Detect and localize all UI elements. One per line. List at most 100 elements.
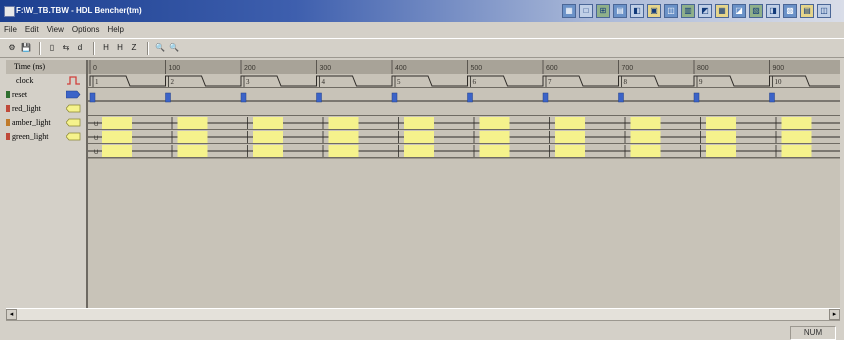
edit-icon[interactable]: d xyxy=(74,42,86,54)
time-tick-label: 0 xyxy=(93,65,97,72)
taskbar-app-icon[interactable]: ◨ xyxy=(766,4,780,18)
hdl-bencher-window: F:\W_TB.TBW - HDL Bencher(tm) ▦ □ ⊞ ▤ ◧ ▣ ◫ ▥ ◩ ▦… xyxy=(0,0,844,340)
time-tick-label: 300 xyxy=(320,65,332,72)
reset-stimulus-marker xyxy=(693,92,700,103)
output-undefined-region xyxy=(102,131,132,143)
time-header-label: Time (ns) xyxy=(14,62,46,71)
signal-name: green_light xyxy=(12,132,49,141)
taskbar-app-icon[interactable]: ◪ xyxy=(732,4,746,18)
taskbar-app-icon[interactable]: ▣ xyxy=(647,4,661,18)
output-undefined-region xyxy=(479,145,510,157)
taskbar-app-icon[interactable]: ▦ xyxy=(562,4,576,18)
output-undefined-region xyxy=(706,131,736,143)
taskbar-app-icon[interactable]: ▤ xyxy=(613,4,627,18)
taskbar-app-icon[interactable]: ⊞ xyxy=(596,4,610,18)
signal-row-clock[interactable]: clock xyxy=(6,74,86,88)
horizontal-scrollbar[interactable]: ◂ ▸ xyxy=(6,308,840,321)
swap-icon[interactable]: ⇆ xyxy=(60,42,72,54)
clock-edge-label: 10 xyxy=(775,78,783,86)
time-tick-label: 100 xyxy=(169,65,181,72)
output-undefined-region xyxy=(253,145,283,157)
signal-type-marker xyxy=(6,105,10,112)
signal-row-red-light[interactable]: red_light xyxy=(6,102,86,116)
clock-edge-label: 9 xyxy=(699,78,703,86)
taskbar-app-icon[interactable]: ◩ xyxy=(698,4,712,18)
output-undefined-region xyxy=(253,117,283,129)
signal-name: amber_light xyxy=(12,118,51,127)
signal-row-reset[interactable]: reset xyxy=(6,88,86,102)
menu-file[interactable]: File xyxy=(0,25,21,34)
reset-stimulus-marker xyxy=(240,92,247,103)
blank-icon[interactable]: ▯ xyxy=(46,42,58,54)
output-undefined-region xyxy=(328,117,359,129)
menu-view[interactable]: View xyxy=(43,25,68,34)
output-undefined-region xyxy=(555,117,585,129)
output-undefined-region xyxy=(102,117,132,129)
reset-stimulus-marker xyxy=(542,92,549,103)
zoom-out-icon[interactable]: 🔍 xyxy=(168,42,180,54)
scroll-right-button[interactable]: ▸ xyxy=(829,309,840,320)
taskbar-app-icon[interactable]: ▦ xyxy=(715,4,729,18)
clock-edge-label: 6 xyxy=(473,78,477,86)
menu-help[interactable]: Help xyxy=(103,25,127,34)
output-arrow-icon xyxy=(66,104,81,113)
clock-edge-label: 5 xyxy=(397,78,401,86)
output-undefined-region xyxy=(555,145,585,157)
output-value-label: U xyxy=(94,122,98,128)
output-undefined-region xyxy=(630,117,661,129)
taskbar-app-icon[interactable]: ▧ xyxy=(749,4,763,18)
output-undefined-region xyxy=(630,145,661,157)
output-undefined-region xyxy=(479,117,510,129)
clock-edge-label: 1 xyxy=(95,78,99,86)
signal-row-green-light[interactable]: green_light xyxy=(6,130,86,144)
open-icon[interactable]: ⚙ xyxy=(6,42,18,54)
time-tick-label: 500 xyxy=(471,65,483,72)
taskbar-app-icon[interactable]: ▤ xyxy=(800,4,814,18)
output-undefined-region xyxy=(253,131,283,143)
taskbar-app-icon[interactable]: ◫ xyxy=(664,4,678,18)
waveform-background xyxy=(88,60,840,308)
toolbar: ⚙ 💾 ▯ ⇆ d H H Z 🔍 🔍 xyxy=(0,38,844,58)
clock-icon xyxy=(67,76,80,85)
marker-h-icon[interactable]: H xyxy=(100,42,112,54)
menu-options[interactable]: Options xyxy=(68,25,104,34)
signal-row-amber-light[interactable]: amber_light xyxy=(6,116,86,130)
reset-stimulus-marker xyxy=(89,92,96,103)
marker-h2-icon[interactable]: H xyxy=(114,42,126,54)
output-value-label: U xyxy=(94,136,98,142)
output-undefined-region xyxy=(102,145,132,157)
reset-stimulus-marker xyxy=(391,92,398,103)
menu-edit[interactable]: Edit xyxy=(21,25,43,34)
taskbar-app-icon[interactable]: ▩ xyxy=(783,4,797,18)
output-undefined-region xyxy=(328,145,359,157)
taskbar-app-icon[interactable]: ◫ xyxy=(817,4,831,18)
waveform-pane[interactable]: 0 100 200 300 400 500 600 700 800 900 1 2 3 4 5 6 7 8 9 10 U… xyxy=(88,60,840,308)
window-title: F:\W_TB.TBW - HDL Bencher(tm) xyxy=(16,6,142,15)
status-bar: NUM xyxy=(0,322,844,340)
input-arrow-icon xyxy=(66,90,81,99)
time-tick-label: 900 xyxy=(773,65,785,72)
signal-name: reset xyxy=(12,90,28,99)
save-icon[interactable]: 💾 xyxy=(20,42,32,54)
output-undefined-region xyxy=(404,145,434,157)
signal-type-marker xyxy=(6,133,10,140)
zoom-z-icon[interactable]: Z xyxy=(128,42,140,54)
time-ruler xyxy=(88,60,840,74)
output-undefined-region xyxy=(328,131,359,143)
output-undefined-region xyxy=(706,145,736,157)
reset-stimulus-marker xyxy=(467,92,473,103)
time-header: Time (ns) xyxy=(6,60,86,74)
taskbar-app-icon[interactable]: ▥ xyxy=(681,4,695,18)
output-undefined-region xyxy=(630,131,661,143)
scroll-left-button[interactable]: ◂ xyxy=(6,309,17,320)
taskbar-app-icon[interactable]: ◧ xyxy=(630,4,644,18)
output-undefined-region xyxy=(781,131,812,143)
taskbar-app-icon[interactable]: □ xyxy=(579,4,593,18)
reset-stimulus-marker xyxy=(165,92,171,103)
time-tick-label: 400 xyxy=(395,65,407,72)
output-undefined-region xyxy=(177,131,208,143)
zoom-in-icon[interactable]: 🔍 xyxy=(154,42,166,54)
taskbar-icons: ▦ □ ⊞ ▤ ◧ ▣ ◫ ▥ ◩ ▦ ◪ ▧ ◨ ▩ ▤ ◫ xyxy=(562,4,831,18)
output-undefined-region xyxy=(706,117,736,129)
clock-edge-label: 7 xyxy=(548,78,552,86)
